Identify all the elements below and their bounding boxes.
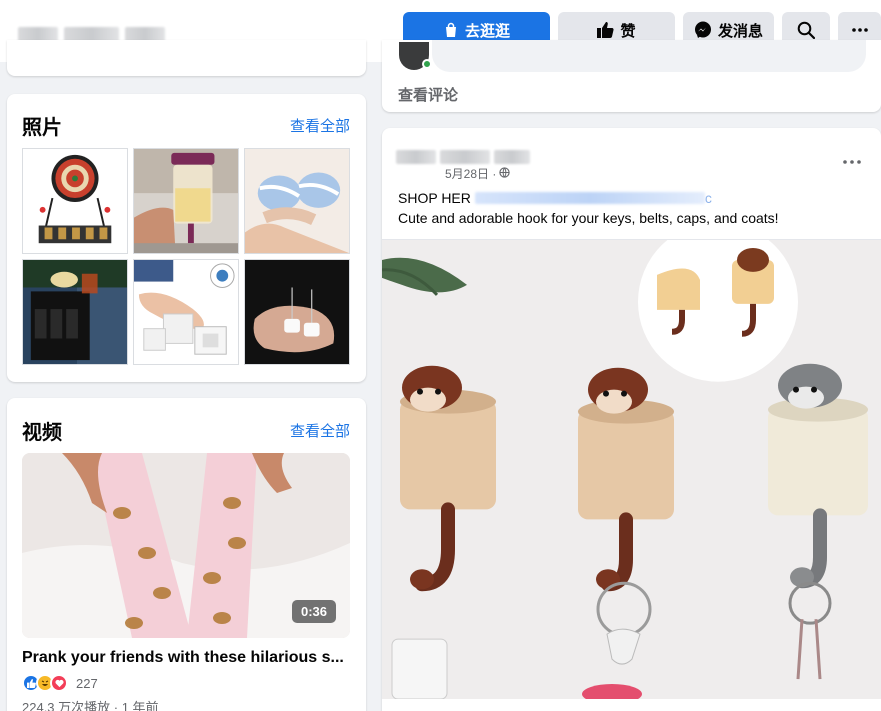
videos-card: 视频 查看全部 0:36 Prank your friends with the…	[7, 398, 366, 711]
photo-thumb-armrest-caddy[interactable]	[22, 259, 128, 365]
photos-title: 照片	[22, 117, 62, 139]
post-shop-text: SHOP HER	[398, 190, 471, 206]
post-text-line-2: Cute and adorable hook for your keys, be…	[398, 210, 779, 226]
video-views-meta: 224.3 万次播放 · 1 年前	[22, 700, 159, 711]
more-dots-icon	[851, 28, 868, 32]
photo-thumb-batter-dispenser[interactable]	[133, 148, 239, 254]
redacted-text	[440, 150, 490, 164]
search-icon	[797, 21, 815, 39]
redacted-text	[396, 150, 436, 164]
post-options-button[interactable]	[843, 148, 861, 169]
videos-see-all-link[interactable]: 查看全部	[290, 420, 350, 441]
post-date-text: 5月28日 ·	[445, 167, 497, 181]
video-duration-badge: 0:36	[291, 600, 336, 623]
reaction-count: 227	[76, 675, 98, 691]
video-thumbnail[interactable]: 0:36	[22, 453, 350, 638]
message-button-label: 发消息	[717, 22, 763, 40]
love-reaction-icon	[50, 674, 68, 692]
thumbs-up-icon	[597, 22, 615, 38]
photos-card: 照片 查看全部	[7, 94, 366, 382]
feed-post: 5月28日 · SHOP HER c Cute and adorable hoo…	[382, 128, 881, 711]
comment-input[interactable]	[432, 40, 866, 72]
previous-post-footer: 查看评论	[382, 40, 881, 112]
globe-icon	[499, 166, 511, 181]
post-author-redacted[interactable]	[396, 148, 531, 164]
post-link-tail[interactable]: c	[705, 190, 712, 206]
reaction-summary[interactable]: 227	[22, 674, 98, 692]
post-image-squirrel-hooks[interactable]	[382, 239, 881, 699]
photo-grid	[22, 148, 350, 365]
intro-card-bottom	[7, 40, 366, 76]
video-title[interactable]: Prank your friends with these hilarious …	[22, 649, 352, 667]
shop-button-label: 去逛逛	[464, 22, 510, 40]
photo-thumb-foot-pillows[interactable]	[244, 148, 350, 254]
redacted-text	[494, 150, 530, 164]
post-text-line-1: SHOP HER c	[398, 190, 712, 206]
post-timestamp[interactable]: 5月28日 ·	[445, 165, 511, 182]
post-link-redacted[interactable]	[474, 192, 705, 204]
photos-see-all-link[interactable]: 查看全部	[290, 115, 350, 136]
photo-thumb-dartboard[interactable]	[22, 148, 128, 254]
messenger-icon	[694, 21, 712, 39]
more-dots-icon	[843, 148, 861, 168]
online-status-icon	[422, 59, 432, 69]
shopping-bag-icon	[443, 22, 459, 38]
videos-title: 视频	[22, 422, 62, 444]
photo-thumb-toilet-earrings[interactable]	[244, 259, 350, 365]
like-button-label: 赞	[620, 22, 636, 40]
photo-thumb-foot-pads[interactable]	[133, 259, 239, 365]
view-comments-link[interactable]: 查看评论	[398, 84, 458, 105]
